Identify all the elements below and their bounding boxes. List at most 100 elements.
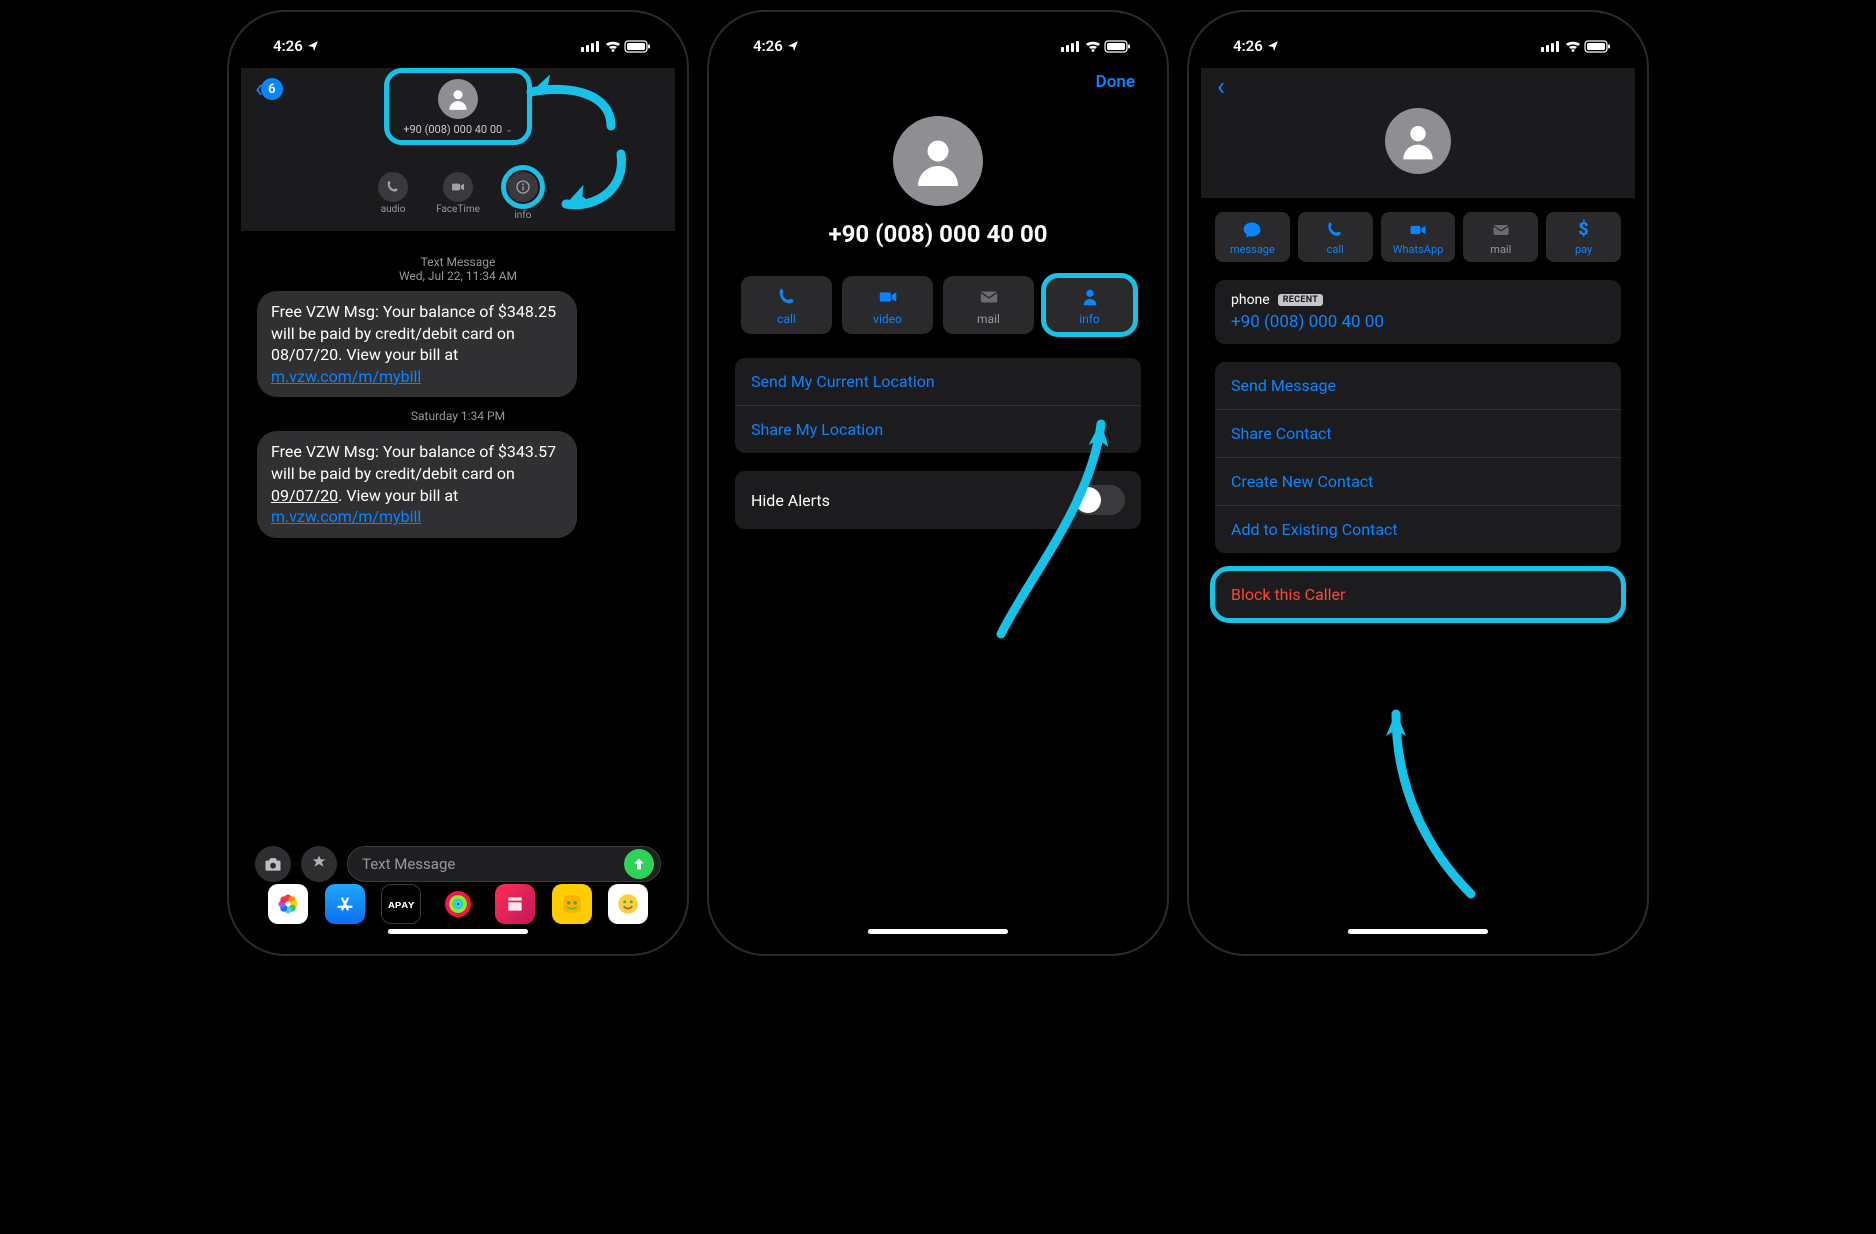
send-button[interactable] [624,849,654,879]
back-button[interactable]: ‹ 6 [255,76,283,102]
mail-icon [1491,220,1511,240]
message-thread[interactable]: Text Message Wed, Jul 22, 11:34 AM Free … [241,231,675,538]
video-button[interactable]: video [842,276,933,334]
mail-label: mail [1490,243,1511,256]
mail-icon [978,286,1000,308]
info-button[interactable]: info [1044,276,1135,334]
block-caller-button[interactable]: Block this Caller [1215,571,1621,618]
phone-messages: 4:26 ‹ 6 +90 (008) 000 40 00 [227,10,689,956]
message-placeholder: Text Message [362,855,455,873]
message-bubble-1[interactable]: Free VZW Msg: Your balance of $348.25 wi… [257,291,577,397]
status-time: 4:26 [753,37,783,55]
location-icon [307,40,319,52]
whatsapp-label: WhatsApp [1393,243,1444,256]
app-photos[interactable] [268,884,308,924]
mail-button: mail [943,276,1034,334]
message-bubble-2[interactable]: Free VZW Msg: Your balance of $343.57 wi… [257,431,577,537]
add-existing-contact-button[interactable]: Add to Existing Contact [1215,505,1621,553]
app-generic-5[interactable] [495,884,535,924]
message-input[interactable]: Text Message [347,846,661,882]
home-indicator [868,929,1008,934]
timestamp-2: Saturday 1:34 PM [257,409,659,423]
call-label: call [777,312,796,326]
dollar-icon: $ [1574,220,1594,240]
message-date-link[interactable]: 09/07/20 [271,486,338,505]
share-contact-button[interactable]: Share Contact [1215,409,1621,457]
hide-alerts-toggle[interactable] [1073,485,1125,515]
appstore-icon [308,853,330,875]
app-activity[interactable] [438,884,478,924]
status-icons [1061,40,1131,53]
app-strip[interactable]: ᴀᴘᴀʏ [241,884,675,924]
chevron-down-icon: ⌄ [505,125,513,135]
phone-icon [1325,220,1345,240]
send-message-button[interactable]: Send Message [1215,362,1621,409]
audio-label: audio [381,204,406,215]
contact-number: +90 (008) 000 40 00 [721,220,1155,248]
message-link[interactable]: m.vzw.com/m/mybill [271,507,421,526]
message-link[interactable]: m.vzw.com/m/mybill [271,367,421,386]
contact-number: +90 (008) 000 40 00 [403,123,502,136]
app-animoji[interactable] [608,884,648,924]
info-label: info [514,210,531,221]
apps-button[interactable] [301,846,337,882]
whatsapp-button[interactable]: WhatsApp [1381,212,1456,262]
phone-number-value[interactable]: +90 (008) 000 40 00 [1231,312,1605,332]
mail-button: mail [1463,212,1538,262]
location-icon [787,40,799,52]
phone-label: phone [1231,292,1270,308]
message-icon [1242,220,1262,240]
audio-call-button[interactable]: audio [378,172,408,221]
send-location-button[interactable]: Send My Current Location [735,358,1141,405]
camera-icon [263,854,283,874]
contact-header-button[interactable]: +90 (008) 000 40 00 ⌄ [384,68,531,145]
location-icon [1267,40,1279,52]
video-icon [443,172,473,202]
home-indicator [388,929,528,934]
back-button[interactable]: ‹ [1217,72,1225,102]
app-applepay[interactable]: ᴀᴘᴀʏ [381,884,421,924]
phone-icon [378,172,408,202]
info-label: info [1079,312,1100,326]
status-icons [581,40,651,53]
annotation-arrow-block [1321,684,1521,914]
notch [358,24,558,54]
app-memoji[interactable] [552,884,592,924]
video-icon [877,286,899,308]
notch [838,24,1038,54]
camera-button[interactable] [255,846,291,882]
message-text: Free VZW Msg: Your balance of $343.57 wi… [271,442,556,483]
phone-contact-details: 4:26 ‹ message call [1187,10,1649,956]
app-appstore[interactable] [325,884,365,924]
info-button[interactable]: info [508,172,538,221]
call-button[interactable]: call [741,276,832,334]
call-button[interactable]: call [1298,212,1373,262]
message-text: Free VZW Msg: Your balance of $348.25 wi… [271,302,556,364]
home-indicator [1348,929,1488,934]
avatar-icon [1385,108,1451,174]
messages-header: ‹ 6 +90 (008) 000 40 00 ⌄ [241,68,675,231]
pay-button[interactable]: $ pay [1546,212,1621,262]
video-label: video [873,312,902,326]
avatar-icon [893,116,983,206]
phone-number-card[interactable]: phone RECENT +90 (008) 000 40 00 [1215,280,1621,344]
mail-label: mail [977,312,1000,326]
person-info-icon [1079,286,1101,308]
arrow-up-icon [631,856,647,872]
info-icon [508,172,538,202]
hide-alerts-label: Hide Alerts [751,491,830,510]
call-label: call [1327,243,1344,256]
share-location-button[interactable]: Share My Location [735,405,1141,453]
done-button[interactable]: Done [1096,72,1135,92]
status-icons [1541,40,1611,53]
timestamp-1: Text Message Wed, Jul 22, 11:34 AM [257,255,659,283]
facetime-button[interactable]: FaceTime [436,172,480,221]
notch [1318,24,1518,54]
phone-contact-sheet: 4:26 Done +90 (008) 000 40 00 call video [707,10,1169,956]
video-icon [1408,220,1428,240]
message-button[interactable]: message [1215,212,1290,262]
message-text: . View your bill at [338,486,458,505]
create-contact-button[interactable]: Create New Contact [1215,457,1621,505]
status-time: 4:26 [1233,37,1263,55]
message-label: message [1230,243,1275,256]
